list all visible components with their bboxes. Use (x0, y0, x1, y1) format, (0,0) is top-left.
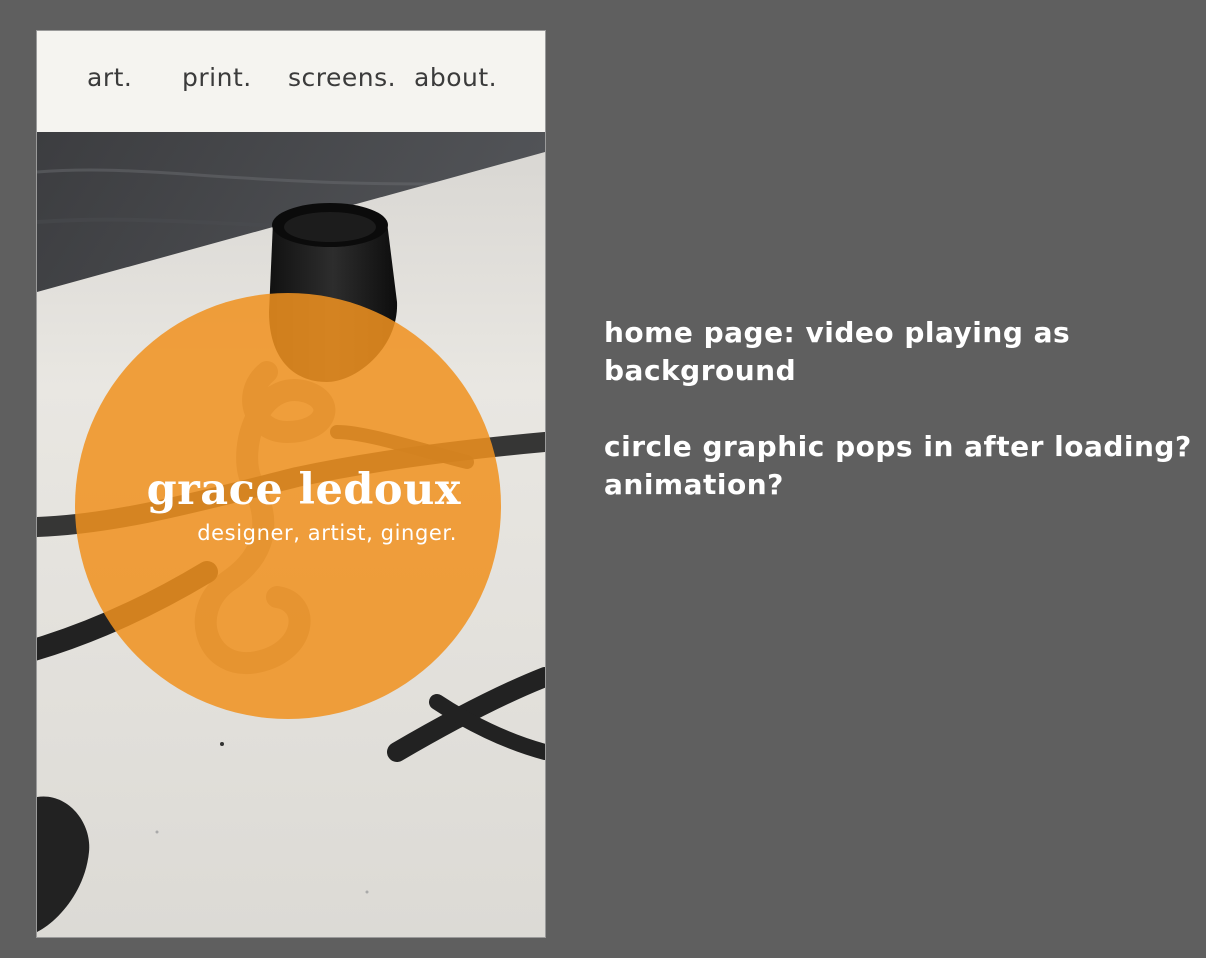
note-line: circle graphic pops in after loading? (604, 430, 1192, 463)
note-line: animation? (604, 468, 784, 501)
note-circle-animation: circle graphic pops in after loading? an… (604, 428, 1194, 504)
note-line: background (604, 354, 797, 387)
design-notes: home page: video playing as background c… (604, 314, 1194, 542)
brand-name: grace ledoux (146, 465, 461, 515)
nav-link-art[interactable]: art. (87, 63, 132, 92)
canvas: art. print. screens. about. grace ledoux… (0, 0, 1206, 958)
nav-link-print[interactable]: print. (182, 63, 252, 92)
note-video-background: home page: video playing as background (604, 314, 1194, 390)
note-line: home page: video playing as (604, 316, 1071, 349)
nav-link-screens[interactable]: screens. (288, 63, 396, 92)
top-nav: art. print. screens. about. (37, 31, 545, 133)
mobile-mockup: art. print. screens. about. grace ledoux… (36, 30, 546, 938)
nav-link-about[interactable]: about. (414, 63, 497, 92)
brand-tagline: designer, artist, ginger. (197, 521, 457, 545)
